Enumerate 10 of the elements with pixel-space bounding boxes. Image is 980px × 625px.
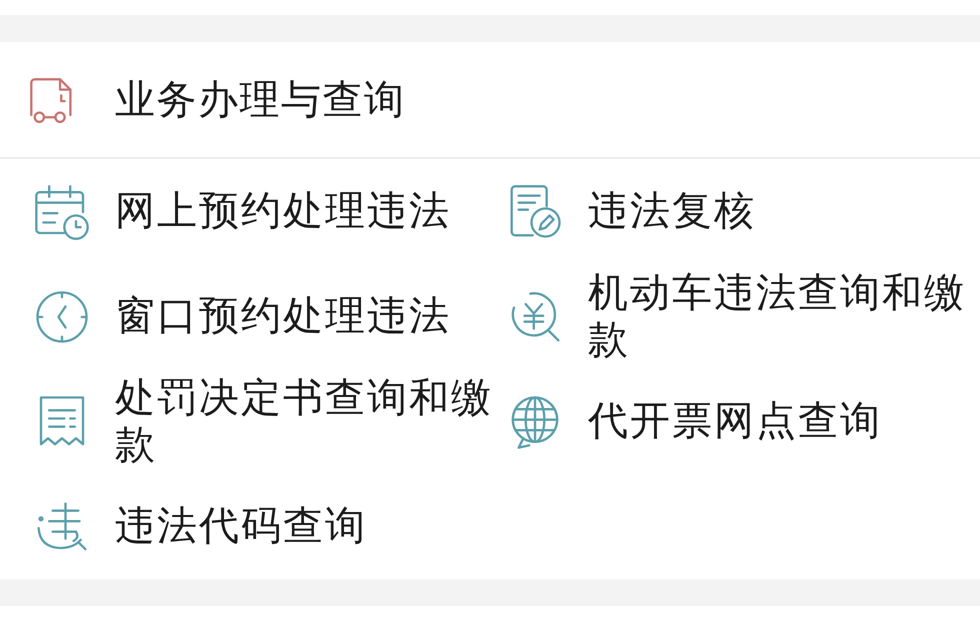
service-item[interactable]: 代开票网点查询: [500, 394, 980, 450]
service-item[interactable]: 处罚决定书查询和缴款: [0, 374, 500, 468]
service-item[interactable]: 网上预约处理违法: [0, 184, 500, 240]
service-item[interactable]: 违法复核: [500, 184, 980, 240]
service-item[interactable]: 窗口预约处理违法: [0, 288, 500, 344]
clock-icon: [34, 288, 90, 344]
service-item[interactable]: 机动车违法查询和缴款: [500, 270, 980, 364]
calendar-clock-icon: [34, 184, 90, 240]
service-item[interactable]: 违法代码查询: [0, 498, 500, 554]
section-title: 业务办理与查询: [115, 76, 406, 124]
